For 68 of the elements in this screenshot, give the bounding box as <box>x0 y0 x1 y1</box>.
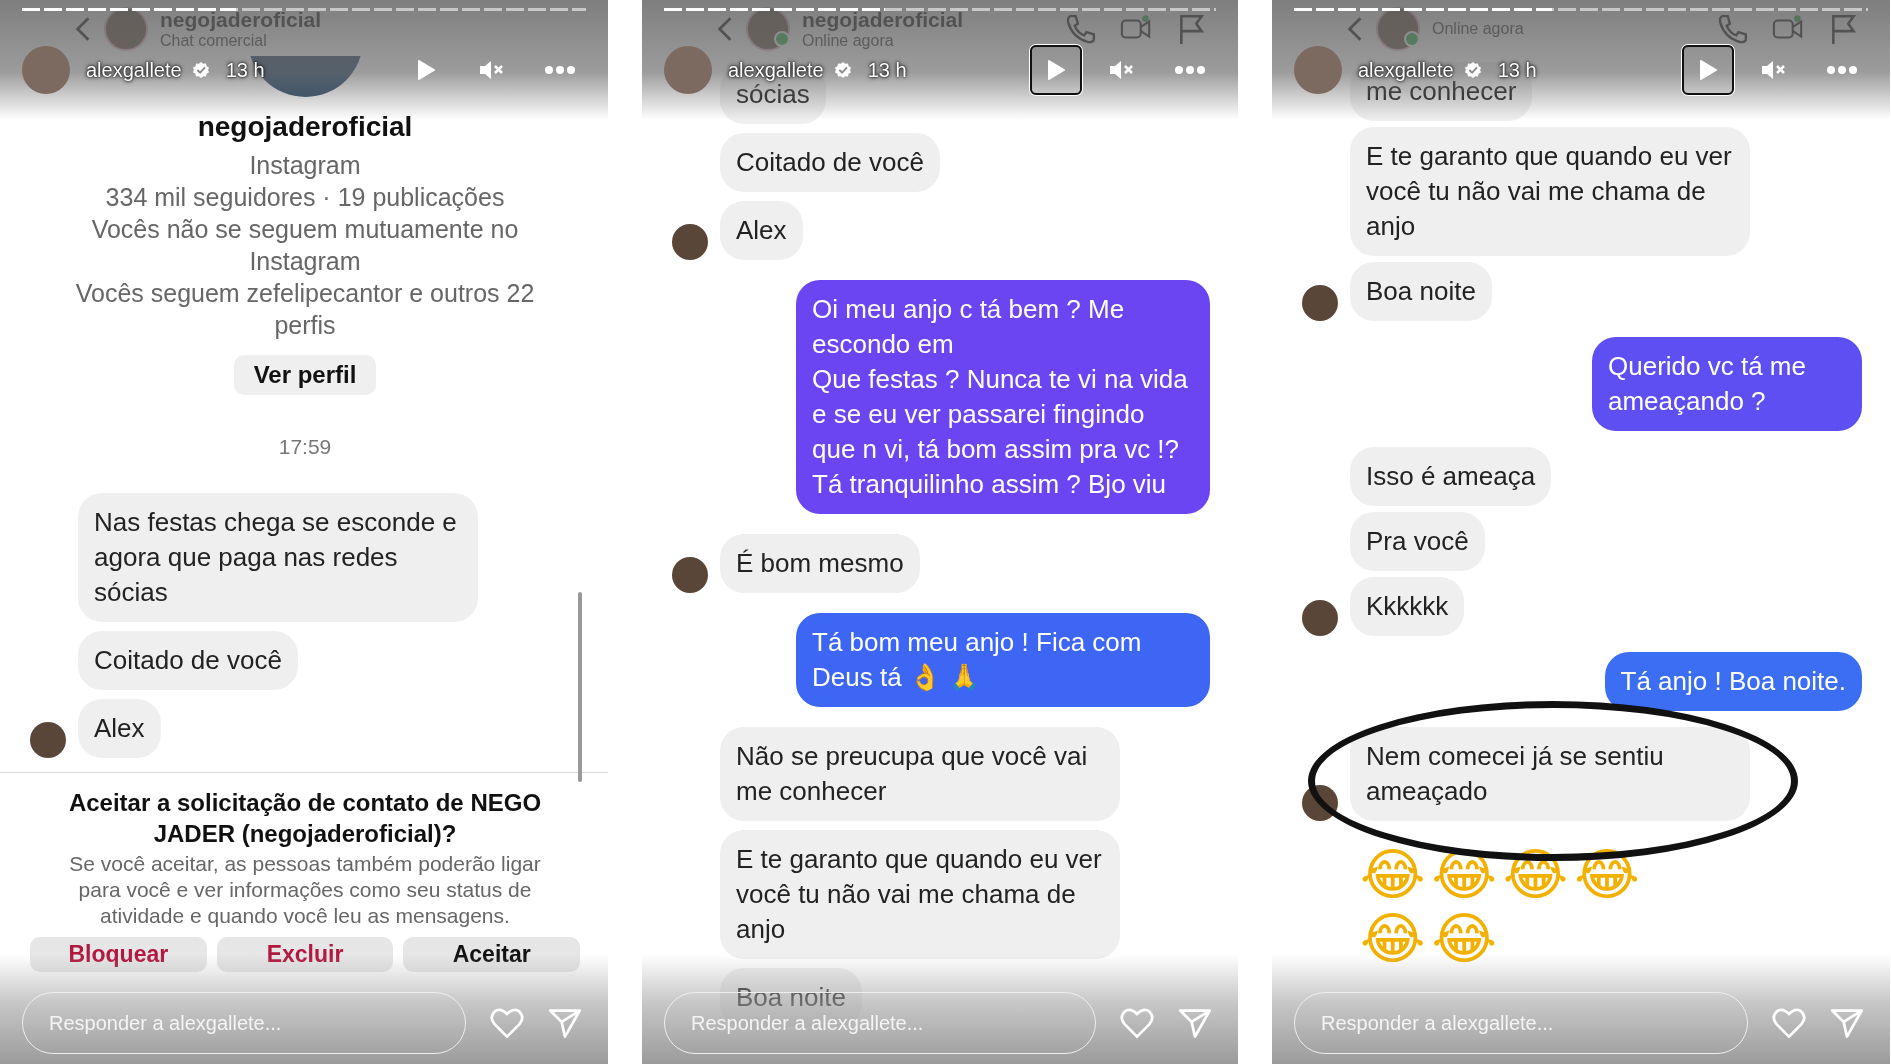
heart-icon[interactable] <box>1120 1007 1154 1039</box>
story-username[interactable]: alexgallete <box>86 58 182 82</box>
more-options-icon[interactable] <box>1826 65 1858 75</box>
profile-platform: Instagram <box>249 150 361 181</box>
message-bubble: E te garanto que quando eu ver você tu não vai me chama de anjo <box>1350 127 1750 256</box>
request-action-button[interactable]: Excluir <box>216 937 394 972</box>
message-bubble: Oi meu anjo c tá bem ? Me escondo em Que festas ? Nunca te vi na vida e se eu ver passarei fingindo que n vi, tá bom assim pra vc !? Tá tranquilinho assim ? Bjo viu <box>796 280 1210 514</box>
story-username[interactable]: alexgallete <box>728 58 824 82</box>
profile-name: negojaderoficial <box>197 111 413 143</box>
play-icon <box>1046 59 1066 81</box>
back-chevron-icon[interactable] <box>74 15 92 43</box>
chat-name: negojaderoficial <box>802 8 964 32</box>
request-description: Se você aceitar, as pessoas também poderão ligar para você e ver informações como seu status de atividade e quando você leu as mensagens. <box>68 851 542 929</box>
story-time: 13 h <box>867 58 907 82</box>
message-bubble: Tá bom meu anjo ! Fica com Deus tá 👌 🙏 <box>796 613 1210 707</box>
verified-badge-icon <box>191 61 210 79</box>
request-action-button[interactable]: Bloquear <box>30 937 207 972</box>
view-profile-button[interactable]: Ver perfil <box>233 355 377 395</box>
message-timestamp: 17:59 <box>278 435 332 459</box>
message-bubble: É bom mesmo <box>720 534 920 593</box>
request-action-button[interactable]: Aceitar <box>403 937 580 972</box>
story-time: 13 h <box>1497 58 1537 81</box>
request-title: Aceitar a solicitação de contato de NEGO JADER (negojaderoficial)? <box>67 788 543 849</box>
followed-by-note: Vocês seguem zefelipecantor e outros 22 perfis <box>74 278 536 341</box>
message-bubble: Não se preucupa que você vai me conhecer <box>720 727 1120 821</box>
mutual-follow-note: Vocês não se seguem mutuamente no Instagram <box>90 214 520 277</box>
message-bubble: Pra você <box>1350 512 1485 571</box>
message-bubble: Coitado de você <box>720 133 940 192</box>
user-avatar[interactable] <box>1294 46 1342 94</box>
profile-stats: 334 mil seguidores · 19 publicações <box>105 182 505 213</box>
phone-icon[interactable] <box>1716 13 1748 45</box>
play-icon <box>1698 59 1718 81</box>
message-bubble: Tá anjo ! Boa noite. <box>1604 652 1862 711</box>
phone-icon[interactable] <box>1064 13 1096 45</box>
heart-icon[interactable] <box>1772 1007 1806 1039</box>
play-icon <box>416 59 436 81</box>
user-avatar[interactable] <box>22 46 70 94</box>
verified-badge-icon <box>833 61 852 79</box>
user-avatar[interactable] <box>664 46 712 94</box>
emoji-message: 😂😂 <box>1360 907 1503 971</box>
send-icon[interactable] <box>1830 1007 1864 1039</box>
message-bubble: Coitado de você <box>78 631 298 690</box>
message-bubble: Querido vc tá me ameaçando ? <box>1592 337 1862 431</box>
message-bubble: Boa noite <box>1350 262 1492 321</box>
message-bubble: Isso é ameaça <box>1350 447 1552 506</box>
message-bubble: E te garanto que quando eu ver você tu não vai me chama de anjo <box>720 830 1120 959</box>
send-icon[interactable] <box>1178 1007 1212 1039</box>
muted-speaker-icon[interactable] <box>1760 58 1788 82</box>
heart-icon[interactable] <box>490 1007 524 1039</box>
back-chevron-icon[interactable] <box>1346 15 1364 43</box>
message-bubble: Alex <box>720 201 803 260</box>
chat-name: negojaderoficial <box>160 8 322 32</box>
play-button[interactable] <box>1030 45 1082 95</box>
message-bubble: Nas festas chega se esconde e agora que paga nas redes sócias <box>78 493 478 622</box>
play-button[interactable] <box>1682 45 1734 95</box>
back-chevron-icon[interactable] <box>716 15 734 43</box>
reply-input-field[interactable]: Responder a alexgallete... <box>1294 992 1748 1054</box>
message-bubble: Alex <box>78 699 161 758</box>
message-bubble: Kkkkkk <box>1350 577 1465 636</box>
reply-input-field[interactable]: Responder a alexgallete... <box>22 992 466 1054</box>
verified-badge-icon <box>1463 61 1482 79</box>
more-options-icon[interactable] <box>544 65 576 75</box>
send-icon[interactable] <box>548 1007 582 1039</box>
story-time: 13 h <box>225 58 265 82</box>
muted-speaker-icon[interactable] <box>478 58 506 82</box>
muted-speaker-icon[interactable] <box>1108 58 1136 82</box>
more-options-icon[interactable] <box>1174 65 1206 75</box>
message-bubble: Nem comecei já se sentiu ameaçado <box>1350 727 1750 821</box>
